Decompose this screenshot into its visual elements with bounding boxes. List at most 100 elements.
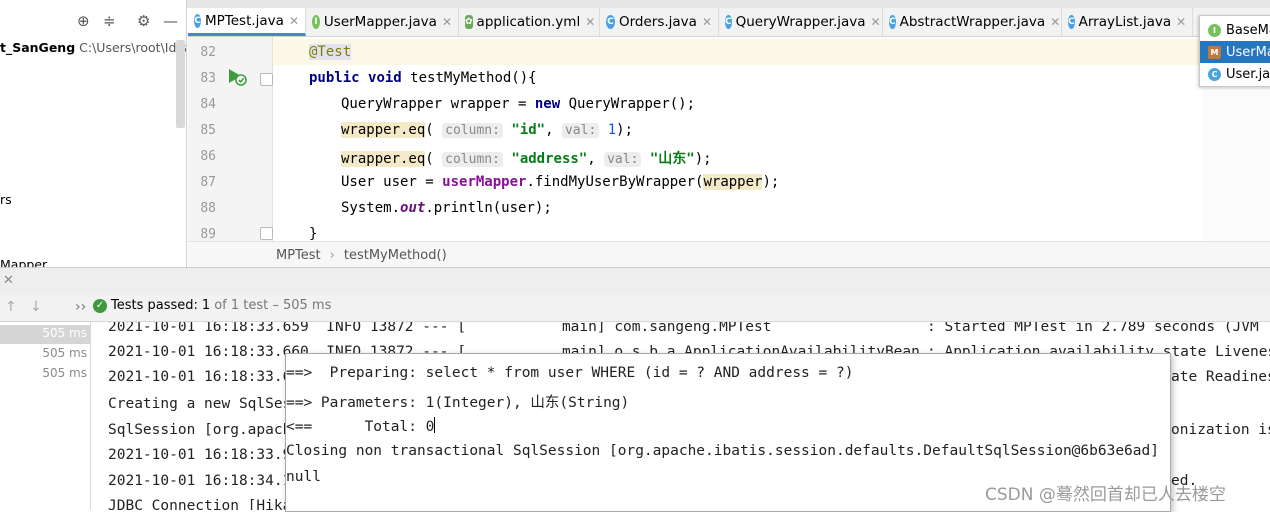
project-tree-item[interactable]: Mapper bbox=[0, 257, 47, 267]
text-caret bbox=[434, 417, 436, 433]
pane-divider[interactable] bbox=[186, 0, 187, 267]
tab-label: Orders.java bbox=[618, 14, 697, 30]
interface-icon: I bbox=[312, 15, 320, 29]
code-line-85: wrapper.eq( column: "id", val: 1); bbox=[341, 122, 634, 138]
popup-item-usermapper[interactable]: M UserMa bbox=[1200, 41, 1270, 63]
console-line: 2021-10-01 16:18:34.1 bbox=[108, 473, 292, 489]
close-icon[interactable]: ✕ bbox=[585, 15, 595, 29]
collapse-icon[interactable]: ≑ bbox=[103, 12, 116, 30]
popup-item-label: UserMa bbox=[1226, 44, 1270, 60]
line-number: 88 bbox=[200, 201, 216, 216]
mapper-icon: M bbox=[1208, 45, 1221, 59]
tab-mptest[interactable]: C MPTest.java ✕ bbox=[188, 8, 306, 36]
line-number: 89 bbox=[200, 227, 216, 241]
line-number: 87 bbox=[200, 175, 216, 190]
tests-passed-count: 1 bbox=[201, 298, 211, 313]
gear-icon[interactable]: ⚙ bbox=[137, 12, 150, 30]
close-icon[interactable]: ✕ bbox=[1050, 15, 1060, 29]
tab-label: QueryWrapper.java bbox=[735, 14, 866, 30]
tab-abstractwrapper[interactable]: C AbstractWrapper.java ✕ bbox=[883, 8, 1062, 36]
fold-marker-icon[interactable] bbox=[260, 227, 273, 240]
tab-usermapper[interactable]: I UserMapper.java ✕ bbox=[306, 8, 459, 36]
close-icon[interactable]: ✕ bbox=[871, 15, 881, 29]
current-line-highlight bbox=[273, 39, 1203, 65]
popup-item-basemapper[interactable]: I BaseMa bbox=[1200, 19, 1270, 41]
breadcrumb-class[interactable]: MPTest bbox=[276, 248, 321, 263]
console-line-tail: onization is bbox=[1171, 422, 1270, 438]
console-line: 2021-10-01 16:18:33.659 INFO 13872 --- [… bbox=[108, 322, 772, 335]
code-text: wrapper.eq bbox=[341, 122, 426, 138]
close-icon[interactable]: ✕ bbox=[3, 273, 14, 288]
project-pane: ⊕ ≑ ⚙ — t_SanGeng C:\Users\root\IdeaP rs… bbox=[0, 0, 187, 267]
breadcrumb-method[interactable]: testMyMethod() bbox=[344, 248, 447, 263]
console-line: 2021-10-01 16:18:33.9 bbox=[108, 447, 292, 463]
param-hint: val: bbox=[604, 152, 642, 167]
test-duration[interactable]: 505 ms bbox=[42, 366, 87, 380]
tab-querywrapper[interactable]: C QueryWrapper.java ✕ bbox=[719, 8, 883, 36]
param-hint: column: bbox=[442, 152, 503, 167]
close-icon[interactable]: ✕ bbox=[1176, 15, 1186, 29]
console-line-tail: ate Readines bbox=[1171, 369, 1270, 385]
sql-log-line: ==> Parameters: 1(Integer), 山东(String) bbox=[286, 395, 630, 411]
project-root-item[interactable]: t_SanGeng C:\Users\root\IdeaP bbox=[0, 40, 187, 55]
test-duration[interactable]: 505 ms bbox=[42, 346, 87, 360]
close-icon[interactable]: ✕ bbox=[442, 15, 452, 29]
test-tree: 505 ms 505 ms 505 ms bbox=[0, 322, 91, 510]
tab-orders[interactable]: C Orders.java ✕ bbox=[600, 8, 719, 36]
project-tree-item[interactable]: rs bbox=[0, 192, 12, 207]
field-ref: userMapper bbox=[442, 174, 527, 190]
popup-item-user[interactable]: C User.jav bbox=[1200, 63, 1270, 85]
fold-marker-icon[interactable] bbox=[260, 73, 273, 86]
class-icon: C bbox=[889, 15, 896, 29]
project-root-path: C:\Users\root\IdeaP bbox=[79, 40, 187, 55]
code-text: testMyMethod(){ bbox=[401, 70, 537, 86]
run-toolbar: ↑ ↓ ›› ✓ Tests passed: 1 of 1 test – 505… bbox=[0, 295, 1270, 322]
yaml-leaf-icon: ✿ bbox=[465, 15, 473, 29]
class-icon: C bbox=[1208, 67, 1221, 81]
tab-application-yml[interactable]: ✿ application.yml ✕ bbox=[459, 8, 600, 36]
console-line: Creating a new SqlSes bbox=[108, 396, 292, 412]
tab-label: AbstractWrapper.java bbox=[899, 14, 1046, 30]
run-test-icon[interactable] bbox=[226, 67, 248, 87]
project-scrollbar[interactable] bbox=[176, 40, 185, 128]
code-editor[interactable]: 82 83 84 85 86 87 88 89 @Test public voi… bbox=[188, 37, 1203, 241]
class-icon: C bbox=[1068, 15, 1075, 29]
keyword: public bbox=[309, 70, 360, 86]
string-literal: "山东" bbox=[649, 151, 695, 167]
tests-passed-status: ✓ Tests passed: 1 of 1 test – 505 ms bbox=[93, 298, 331, 313]
code-text: .findMyUserByWrapper( bbox=[526, 174, 704, 190]
sql-log-text: <== Total: 0 bbox=[286, 419, 435, 435]
code-line-89: } bbox=[309, 226, 317, 241]
sql-log-line: null bbox=[286, 469, 321, 485]
param-hint: column: bbox=[442, 123, 503, 138]
breadcrumb-separator: › bbox=[329, 247, 335, 263]
test-duration[interactable]: 505 ms bbox=[42, 326, 87, 340]
tests-passed-detail: of 1 test – 505 ms bbox=[214, 298, 332, 313]
popup-item-label: User.jav bbox=[1226, 66, 1270, 82]
code-line-86: wrapper.eq( column: "address", val: "山东"… bbox=[341, 151, 712, 167]
more-icon[interactable]: ›› bbox=[75, 299, 86, 315]
tests-passed-label: Tests passed: bbox=[111, 298, 198, 313]
arrow-up-icon[interactable]: ↑ bbox=[5, 299, 17, 315]
class-icon: C bbox=[194, 13, 201, 28]
target-icon[interactable]: ⊕ bbox=[77, 12, 90, 30]
check-icon: ✓ bbox=[93, 298, 107, 313]
close-icon[interactable]: ✕ bbox=[289, 14, 299, 28]
tab-arraylist[interactable]: C ArrayList.java ✕ bbox=[1062, 8, 1193, 36]
close-icon[interactable]: ✕ bbox=[702, 15, 712, 29]
code-line-87: User user = userMapper.findMyUserByWrapp… bbox=[341, 174, 779, 190]
project-toolbar: ⊕ ≑ ⚙ — bbox=[0, 8, 187, 36]
tab-label: UserMapper.java bbox=[323, 14, 437, 30]
arrow-down-icon[interactable]: ↓ bbox=[30, 299, 42, 315]
tab-label: MPTest.java bbox=[204, 12, 284, 29]
window-top-strip bbox=[0, 0, 1270, 8]
line-number: 84 bbox=[200, 97, 216, 112]
run-panel-header bbox=[0, 267, 1270, 296]
string-literal: "address" bbox=[511, 151, 588, 167]
minimize-icon[interactable]: — bbox=[163, 12, 178, 30]
annotation: @Test bbox=[309, 44, 352, 60]
sql-log-line: <== Total: 0 bbox=[286, 417, 436, 435]
static-field: out bbox=[400, 200, 426, 216]
code-text: .println(user); bbox=[425, 200, 552, 216]
csdn-watermark: CSDN @蓦然回首却已人去楼空 bbox=[985, 485, 1226, 505]
